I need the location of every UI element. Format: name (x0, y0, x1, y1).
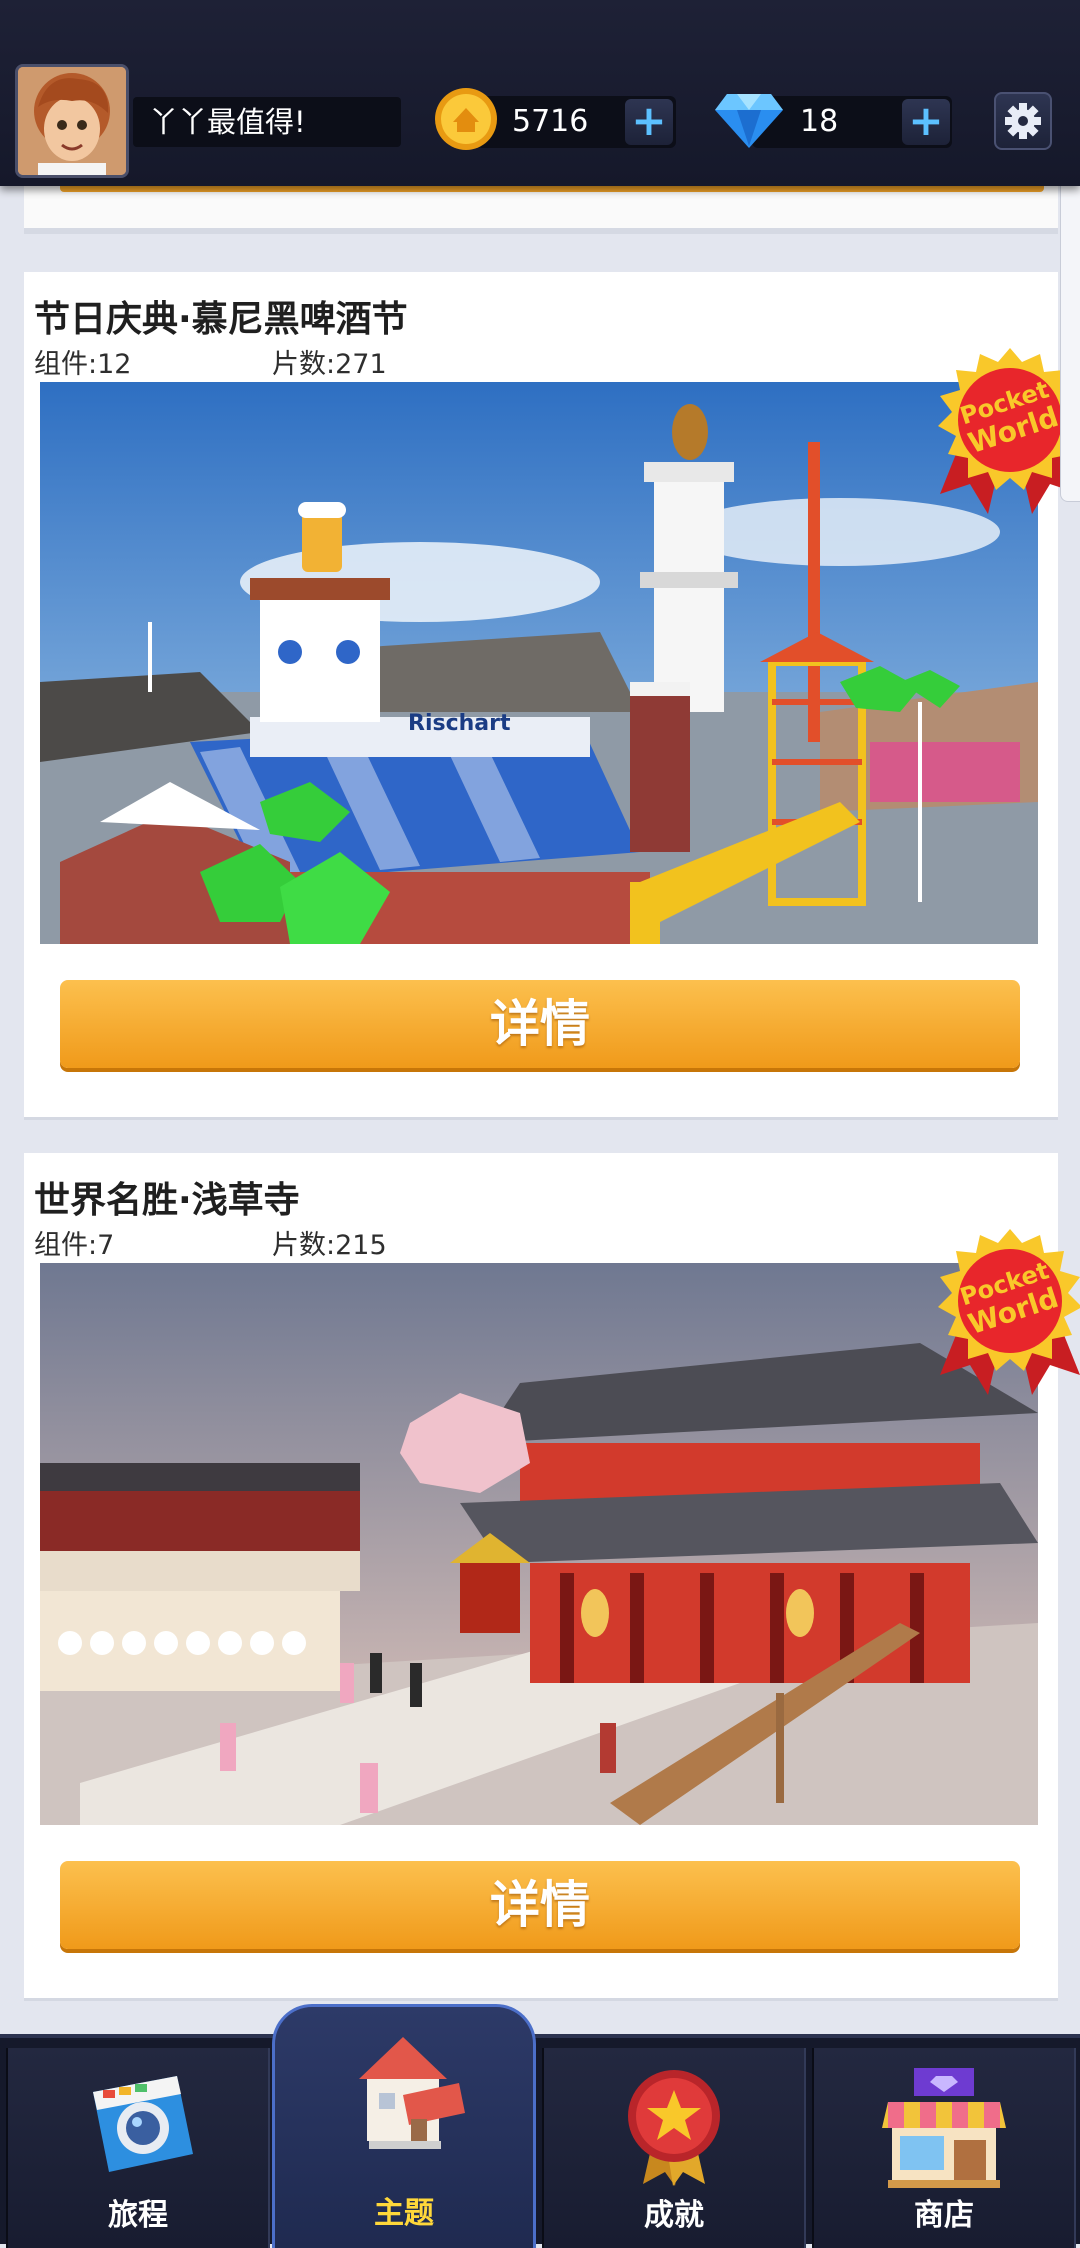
previous-details-button[interactable] (60, 186, 1044, 192)
pocket-world-badge: Pocket World (938, 1229, 1080, 1395)
house-icon (359, 2037, 465, 2149)
previous-theme-card (24, 186, 1058, 234)
nav-journey[interactable]: 旅程 (6, 2048, 270, 2248)
pocket-world-badge: Pocket World (938, 348, 1080, 514)
bottom-navigation: 旅程 主题 成就 商店 (0, 2004, 1080, 2248)
add-coins-button[interactable]: + (625, 99, 673, 145)
piece-count: 片数:215 (272, 1230, 387, 1261)
details-button[interactable]: 详情 (60, 1861, 1020, 1949)
top-bar: 丫丫最值得! 5716 + 18 + (0, 0, 1080, 186)
shop-icon (882, 2068, 1006, 2188)
add-gems-button[interactable]: + (902, 99, 950, 145)
gear-icon (1005, 103, 1041, 139)
oktoberfest-preview-image[interactable]: Rischart (40, 382, 1038, 944)
camera-icon (93, 2076, 193, 2172)
component-count: 组件:7 (34, 1230, 115, 1261)
tent-sign-text: Rischart (408, 711, 511, 736)
nav-label-shop: 商店 (914, 2198, 974, 2233)
nav-label-theme: 主题 (374, 2196, 434, 2231)
medal-icon (628, 2070, 720, 2186)
avatar[interactable] (15, 64, 129, 178)
diamond-icon (715, 94, 783, 148)
theme-card-sensoji: 世界名胜·浅草寺 组件:7 片数:215 Pocket World 详情 (24, 1153, 1080, 1998)
theme-title: 节日庆典·慕尼黑啤酒节 (34, 299, 408, 340)
coin-icon (435, 88, 497, 150)
sensoji-preview-image[interactable] (40, 1263, 1038, 1825)
nav-achievements[interactable]: 成就 (542, 2048, 806, 2248)
piece-count: 片数:271 (272, 349, 387, 380)
nav-shop[interactable]: 商店 (812, 2048, 1076, 2248)
theme-title: 世界名胜·浅草寺 (34, 1180, 300, 1221)
username-label: 丫丫最值得! (133, 97, 401, 147)
nav-label-achievements: 成就 (644, 2198, 704, 2233)
coin-count: 5716 (512, 104, 589, 139)
details-button[interactable]: 详情 (60, 980, 1020, 1068)
settings-button[interactable] (994, 92, 1052, 150)
component-count: 组件:12 (34, 349, 132, 380)
nav-theme[interactable]: 主题 (272, 2004, 536, 2248)
gem-count: 18 (800, 104, 839, 139)
nav-label-journey: 旅程 (108, 2198, 168, 2233)
avatar-icon (18, 67, 126, 175)
theme-card-oktoberfest: 节日庆典·慕尼黑啤酒节 组件:12 片数:271 Rischart Pocket… (24, 272, 1080, 1117)
